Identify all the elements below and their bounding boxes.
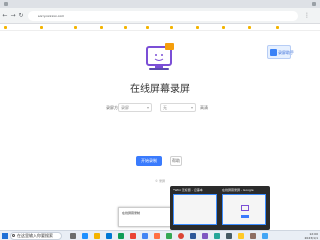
- chevron-down-icon: ▾: [146, 105, 149, 110]
- thumbnail-button: [241, 215, 249, 218]
- screen-recorder-illustration-icon: [146, 43, 174, 70]
- side-badge-label: 录屏助手: [278, 50, 294, 55]
- menu-icon[interactable]: ⋮: [303, 11, 311, 21]
- clock-date: 2023/1/1: [304, 236, 318, 240]
- preview-thumbnail-2[interactable]: [222, 194, 266, 225]
- side-floating-badge[interactable]: 录屏助手: [267, 45, 294, 59]
- address-bar[interactable]: [28, 11, 298, 21]
- bookmark-5[interactable]: [124, 25, 128, 30]
- tab-favicon[interactable]: [4, 2, 8, 6]
- search-icon: [12, 234, 15, 237]
- taskbar-preview: *Wiki 无标题 - 记事本 在线屏幕录屏 - Google: [170, 186, 270, 230]
- bookmarks-bar: [0, 24, 320, 31]
- quality-label[interactable]: 高清: [200, 105, 208, 111]
- taskbar-search-text: 在这里输入你要搜索: [17, 233, 53, 238]
- page-title: 在线屏幕录屏: [130, 84, 190, 95]
- start-recording-button[interactable]: 开始录制: [136, 156, 162, 166]
- footer-note: © 录屏: [155, 179, 165, 183]
- task-view-icon[interactable]: [70, 233, 76, 239]
- app-lightblue-icon[interactable]: [262, 233, 268, 239]
- system-tray-clock[interactable]: 12:00 2023/1/1: [305, 232, 318, 240]
- notification-popup[interactable]: 在线屏幕录制: [118, 207, 174, 227]
- bookmark-9[interactable]: [222, 25, 226, 30]
- windows-taskbar: 在这里输入你要搜索 12:00 2023/1/1: [0, 230, 320, 240]
- back-icon[interactable]: ←: [1, 11, 9, 21]
- mode-select-value: 录屏: [121, 105, 129, 110]
- forward-icon[interactable]: →: [9, 11, 17, 21]
- browser-tab-strip: [0, 0, 320, 8]
- app-orange-icon[interactable]: [154, 233, 160, 239]
- app-green-icon[interactable]: [166, 233, 172, 239]
- chevron-down-icon: ▾: [190, 105, 193, 110]
- bookmark-4[interactable]: [100, 25, 104, 30]
- reload-icon[interactable]: ↻: [17, 11, 25, 21]
- audio-select[interactable]: 无 ▾: [160, 103, 196, 112]
- bookmark-2[interactable]: [40, 25, 44, 30]
- app-teal-icon[interactable]: [214, 233, 220, 239]
- app-yellow-icon[interactable]: [238, 233, 244, 239]
- audio-select-value: 无: [163, 105, 167, 110]
- taskbar-search-box[interactable]: 在这里输入你要搜索: [10, 232, 62, 240]
- chrome-icon[interactable]: [178, 233, 184, 239]
- preview-title-2: 在线屏幕录屏 - Google: [222, 188, 254, 192]
- app-dark-icon[interactable]: [226, 233, 232, 239]
- word-icon[interactable]: [190, 233, 196, 239]
- bookmark-10[interactable]: [248, 25, 252, 30]
- app-blue-icon[interactable]: [142, 233, 148, 239]
- help-button[interactable]: 帮助: [170, 156, 182, 166]
- preview-title-1: *Wiki 无标题 - 记事本: [173, 188, 203, 192]
- app-brown-icon[interactable]: [250, 233, 256, 239]
- app-purple-icon[interactable]: [202, 233, 208, 239]
- recorder-app-icon: [270, 49, 277, 56]
- bookmark-11[interactable]: [276, 25, 280, 30]
- popup-text: 在线屏幕录制: [122, 211, 141, 215]
- windows-start-icon[interactable]: [2, 233, 8, 239]
- address-text: sorry.xxxxxx.com: [38, 14, 65, 18]
- bookmark-1[interactable]: [4, 25, 8, 30]
- bookmark-8[interactable]: [196, 25, 200, 30]
- store-icon[interactable]: [106, 233, 112, 239]
- app-red-icon[interactable]: [130, 233, 136, 239]
- bookmark-7[interactable]: [170, 25, 174, 30]
- bookmark-6[interactable]: [146, 25, 150, 30]
- preview-thumbnail-1[interactable]: [173, 194, 217, 225]
- edge-icon[interactable]: [82, 233, 88, 239]
- wechat-icon[interactable]: [118, 233, 124, 239]
- file-explorer-icon[interactable]: [94, 233, 100, 239]
- thumbnail-illustration-icon: [241, 205, 249, 211]
- mode-select[interactable]: 录屏 ▾: [118, 103, 152, 112]
- bookmark-3[interactable]: [74, 25, 78, 30]
- window-controls[interactable]: [312, 2, 316, 6]
